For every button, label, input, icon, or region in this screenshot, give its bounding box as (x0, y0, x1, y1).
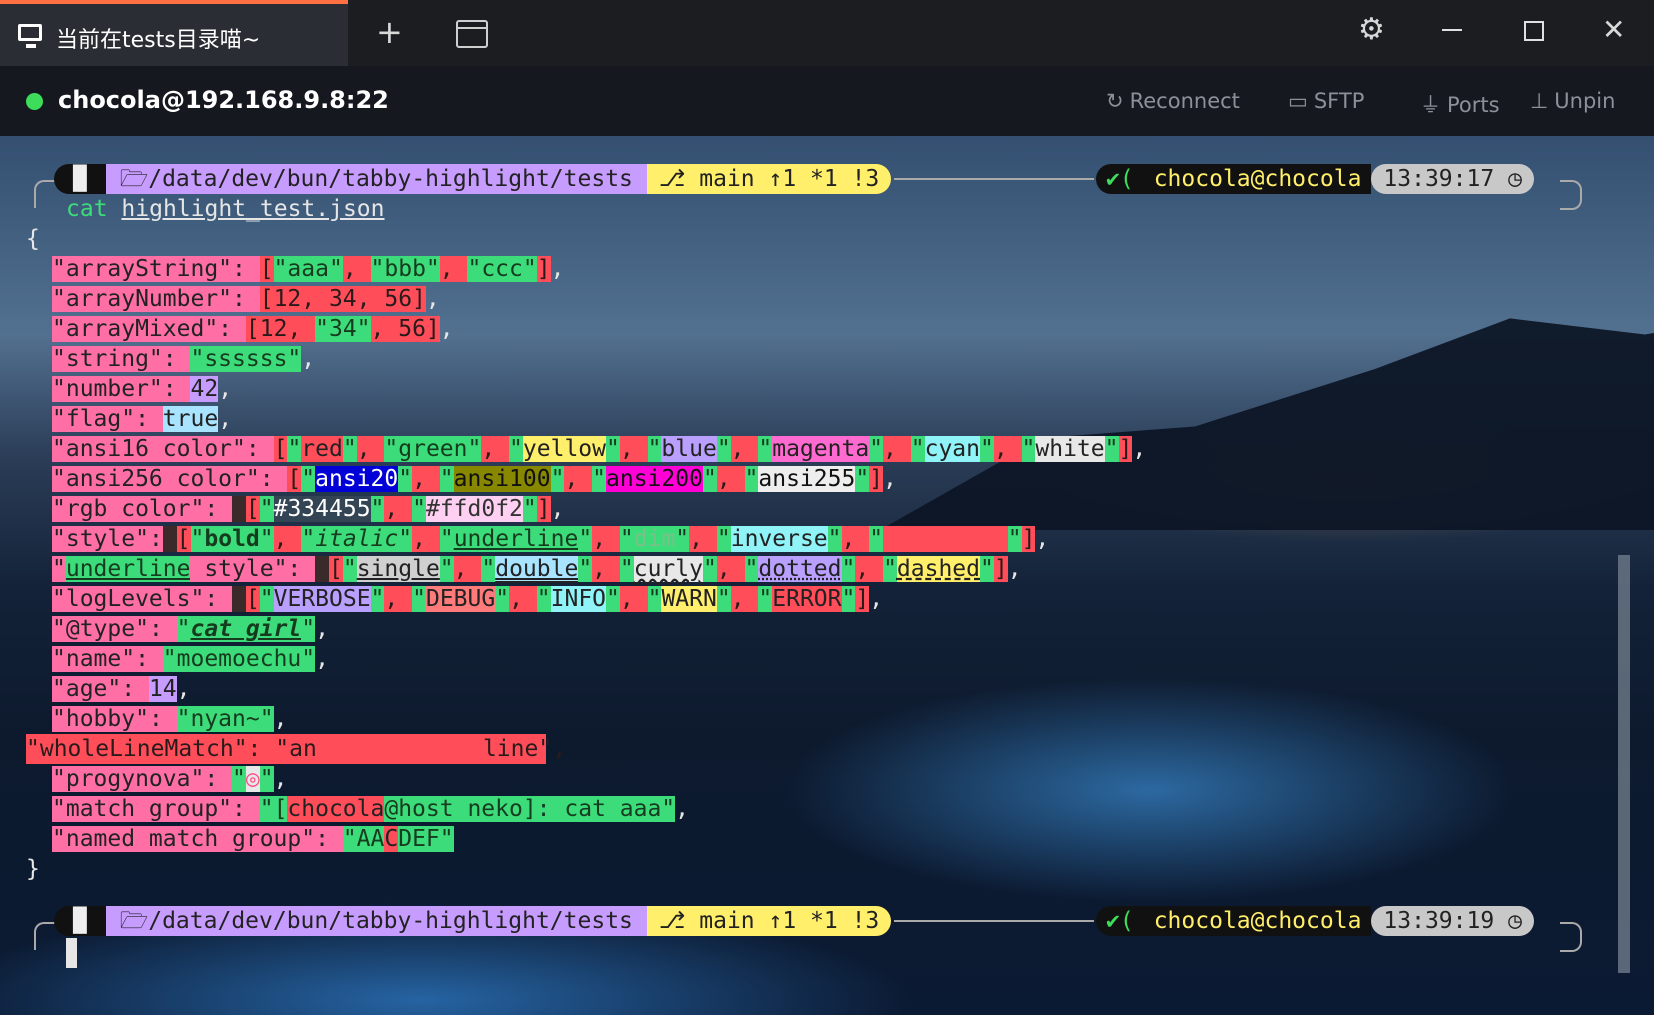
terminal-output[interactable]: ▐▌ 🗁/data/dev/bun/tabby-highlight/tests ⎇ … (0, 136, 1654, 1015)
check-icon: ✔( (1096, 164, 1144, 194)
check-icon: ✔( (1096, 906, 1144, 936)
json-line-hobby: "hobby": "nyan~", (52, 706, 288, 732)
prompt-git: main ↑1 *1 !3 (699, 908, 880, 934)
git-branch-icon: ⎇ (658, 908, 700, 934)
clock-icon: ◷ (1508, 908, 1522, 934)
prompt-time: 13:39:19 (1383, 908, 1495, 934)
folder-icon: ▭ (1288, 89, 1308, 113)
json-line-wholeLineMatch: "wholeLineMatch": "an line", (26, 734, 567, 764)
json-line-named-match-group: "named match group": "AACDEF" (52, 826, 454, 852)
json-open: { (26, 226, 40, 252)
prompt-path: /data/dev/bun/tabby-highlight/tests (148, 166, 633, 192)
prompt-user: chocola@chocola (1143, 164, 1372, 194)
maximize-icon[interactable] (1524, 21, 1544, 41)
json-line-rgb: "rgb color": ["#334455", "#ffd0f2"], (52, 496, 565, 522)
prompt-frame-line (894, 178, 1094, 180)
ssh-host: chocola@192.168.9.8:22 (58, 86, 389, 114)
terminal-cursor (66, 938, 77, 968)
gear-icon[interactable]: ⚙ (1358, 14, 1385, 46)
json-line-arrayString: "arrayString": ["aaa", "bbb", "ccc"], (52, 256, 565, 282)
clock-icon: ◷ (1508, 166, 1522, 192)
sftp-button[interactable]: ▭ SFTP (1288, 89, 1364, 113)
unpin-button[interactable]: ⊥ Unpin (1530, 89, 1615, 113)
json-line-ansi16: "ansi16 color": ["red", "green", "yellow… (52, 436, 1147, 462)
prompt-path: /data/dev/bun/tabby-highlight/tests (148, 908, 633, 934)
json-line-flag: "flag": true, (52, 406, 233, 432)
json-line-progynova: "progynova": "◎", (52, 766, 288, 792)
prompt-2: ▐▌ 🗁/data/dev/bun/tabby-highlight/tests ⎇ … (54, 906, 892, 936)
reconnect-button[interactable]: ↻ Reconnect (1106, 89, 1240, 113)
close-icon[interactable]: ✕ (1602, 14, 1625, 46)
scrollbar[interactable] (1618, 555, 1630, 973)
connection-status-dot (26, 93, 43, 110)
monitor-icon (18, 24, 42, 48)
json-line-age: "age": 14, (52, 676, 191, 702)
prompt-git: main ↑1 *1 !3 (699, 166, 880, 192)
folder-icon: 🗁 (119, 908, 149, 934)
folder-icon: 🗁 (119, 166, 149, 192)
command-line: cat highlight_test.json (66, 196, 385, 222)
prompt-1: ▐▌ 🗁/data/dev/bun/tabby-highlight/tests ⎇ … (54, 164, 892, 194)
prompt-frame-left-2 (34, 922, 56, 950)
prompt-1-right: ✔(chocola@chocola 13:39:17 ◷ (1096, 164, 1534, 194)
json-line-arrayNumber: "arrayNumber": [12, 34, 56], (52, 286, 440, 312)
prompt-2-right: ✔(chocola@chocola 13:39:19 ◷ (1096, 906, 1534, 936)
json-line-style: "style": ["bold", "italic", "underline",… (52, 526, 1050, 552)
json-line-name: "name": "moemoechu", (52, 646, 329, 672)
plug-icon: ⏚ (1420, 93, 1441, 117)
prompt-user: chocola@chocola (1143, 906, 1372, 936)
json-line-match-group: "match group": "[chocola@host neko]: cat… (52, 796, 690, 822)
pin-icon: ⊥ (1530, 89, 1549, 113)
prompt-time: 13:39:17 (1383, 166, 1495, 192)
json-line-logLevels: "logLevels": ["VERBOSE", "DEBUG", "INFO"… (52, 586, 884, 612)
ports-button[interactable]: ⏚ Ports (1420, 89, 1500, 119)
json-line-number: "number": 42, (52, 376, 233, 402)
prompt-frame-right (1560, 180, 1582, 210)
git-branch-icon: ⎇ (658, 166, 700, 192)
tab-title: 当前在tests目录喵~ (56, 28, 261, 53)
tab-bar: 当前在tests目录喵~ + ⚙ ✕ (0, 0, 1654, 66)
json-line-string: "string": "ssssss", (52, 346, 316, 372)
json-line-type: "@type": "cat girl", (52, 616, 329, 642)
json-line-arrayMixed: "arrayMixed": [12, "34", 56], (52, 316, 454, 342)
tab-current[interactable]: 当前在tests目录喵~ (0, 0, 348, 66)
prompt-frame-left (34, 180, 56, 208)
terminal-icon: ▐▌ (54, 164, 106, 194)
refresh-icon: ↻ (1106, 89, 1124, 113)
terminal-icon: ▐▌ (54, 906, 106, 936)
terminal-window: 当前在tests目录喵~ + ⚙ ✕ chocola@192.168.9.8:2… (0, 0, 1654, 1015)
json-close: } (26, 856, 40, 882)
prompt-frame-line-2 (894, 920, 1094, 922)
window-icon[interactable] (456, 20, 488, 48)
json-line-underline-style: "underline style": ["single", "double", … (52, 556, 1022, 582)
prompt-frame-right-2 (1560, 922, 1582, 952)
plus-icon[interactable]: + (376, 16, 403, 48)
json-line-ansi256: "ansi256 color": ["ansi20", "ansi100", "… (52, 466, 897, 492)
pill-icon: ◎ (245, 766, 260, 792)
minimize-icon[interactable] (1442, 29, 1462, 31)
